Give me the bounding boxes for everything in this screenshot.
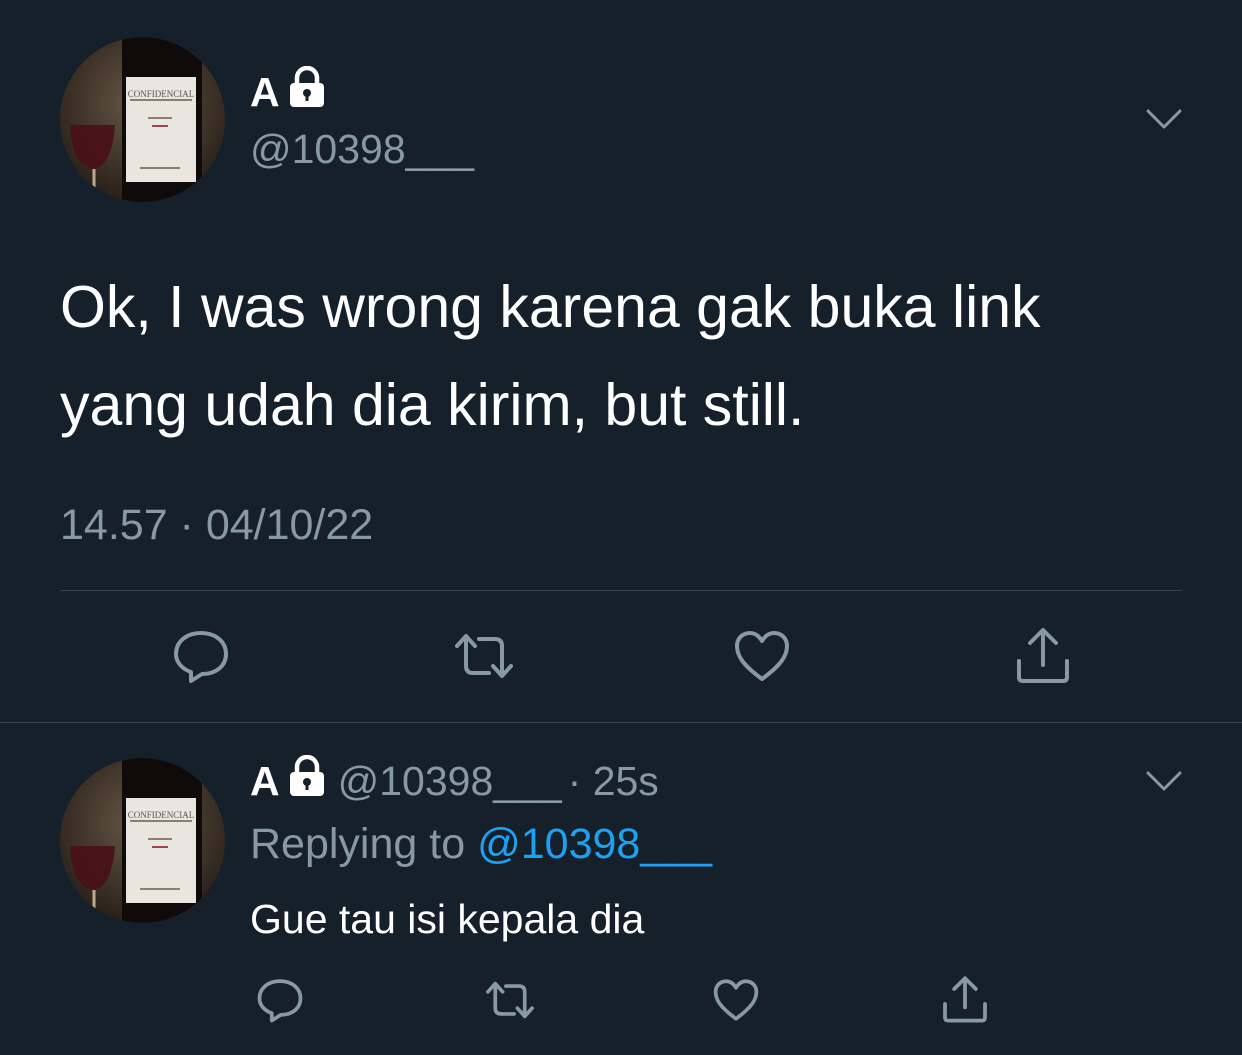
chevron-down-icon[interactable] <box>1144 767 1184 795</box>
divider <box>60 590 1182 591</box>
replying-to: Replying to @10398___ <box>250 818 712 870</box>
reply-icon[interactable] <box>168 626 234 686</box>
reply-icon[interactable] <box>254 974 306 1026</box>
handle[interactable]: @10398___ <box>338 758 562 805</box>
avatar[interactable]: CONFIDENCIAL <box>60 37 225 202</box>
display-name[interactable]: A <box>250 69 280 116</box>
tweet-separator <box>0 722 1242 723</box>
retweet-icon[interactable] <box>482 976 538 1024</box>
lock-icon <box>288 65 326 118</box>
heart-icon[interactable] <box>732 626 792 686</box>
heart-icon[interactable] <box>710 974 762 1026</box>
tweet-text: Gue tau isi kepala dia <box>250 896 645 942</box>
display-name-row[interactable]: A <box>250 65 326 118</box>
tweet-text: Ok, I was wrong karena gak buka link yan… <box>60 258 1200 454</box>
avatar[interactable]: CONFIDENCIAL <box>60 758 225 923</box>
tweet-text-line: yang udah dia kirim, but still. <box>60 372 805 438</box>
share-icon[interactable] <box>938 972 992 1026</box>
handle[interactable]: @10398___ <box>250 124 474 174</box>
svg-text:CONFIDENCIAL: CONFIDENCIAL <box>128 810 195 820</box>
reply-header: A @10398___ · 25s <box>250 754 659 807</box>
display-name[interactable]: A <box>250 758 280 805</box>
svg-text:CONFIDENCIAL: CONFIDENCIAL <box>128 89 195 99</box>
replying-to-handle[interactable]: @10398___ <box>477 820 712 868</box>
lock-icon <box>288 754 326 807</box>
replying-to-label: Replying to <box>250 820 466 868</box>
retweet-icon[interactable] <box>450 628 518 684</box>
chevron-down-icon[interactable] <box>1144 105 1184 133</box>
share-icon[interactable] <box>1012 624 1074 686</box>
tweet-timestamp[interactable]: 14.57 · 04/10/22 <box>60 500 373 550</box>
time-ago[interactable]: · 25s <box>568 758 659 805</box>
tweet-text-line: Ok, I was wrong karena gak buka link <box>60 274 1041 340</box>
